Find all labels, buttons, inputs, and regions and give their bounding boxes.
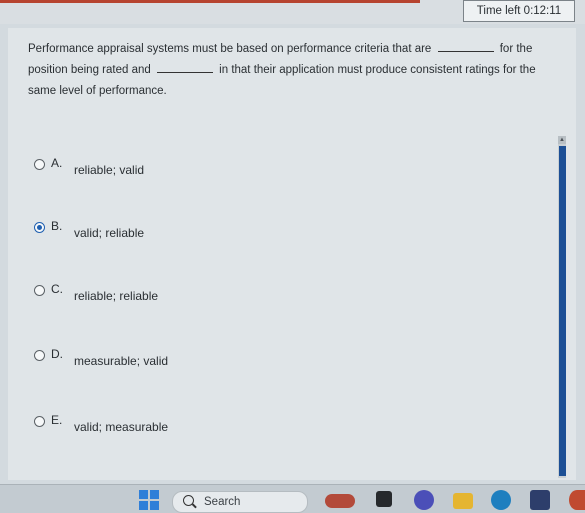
question-card: Performance appraisal systems must be ba… — [8, 28, 576, 480]
search-icon — [183, 495, 194, 506]
blank-2 — [156, 62, 213, 73]
option-text: measurable; valid — [74, 354, 169, 368]
edge-browser-icon[interactable] — [491, 490, 511, 510]
app-shield-icon[interactable] — [569, 490, 585, 510]
radio-e[interactable] — [34, 416, 45, 427]
radio-b[interactable] — [34, 222, 45, 233]
option-letter: E. — [51, 413, 63, 427]
option-letter: A. — [51, 156, 63, 170]
scroll-up-icon[interactable]: ▲ — [558, 136, 566, 144]
option-text: reliable; valid — [74, 163, 145, 177]
option-letter: D. — [51, 347, 63, 361]
radio-d[interactable] — [34, 350, 45, 361]
taskbar: Search — [0, 484, 585, 513]
time-left-display: Time left 0:12:11 — [463, 0, 575, 22]
search-placeholder: Search — [204, 496, 241, 508]
option-letter: B. — [51, 219, 63, 233]
option-letter: C. — [51, 282, 63, 296]
windows-start-icon[interactable] — [139, 490, 159, 510]
question-part-1: Performance appraisal systems must be ba… — [28, 43, 432, 55]
timer-label: Time left — [476, 5, 521, 17]
file-explorer-icon[interactable] — [453, 493, 473, 509]
question-text: Performance appraisal systems must be ba… — [28, 39, 564, 102]
blank-1 — [437, 41, 494, 52]
radio-a[interactable] — [34, 159, 45, 170]
radio-c[interactable] — [34, 285, 45, 296]
top-accent-stripe — [0, 0, 420, 3]
option-text: reliable; reliable — [74, 289, 159, 303]
option-text: valid; measurable — [74, 420, 169, 434]
app-icon[interactable] — [376, 491, 392, 507]
option-text: valid; reliable — [74, 226, 145, 240]
timer-value: 0:12:11 — [523, 5, 562, 17]
top-bar: Time left 0:12:11 — [0, 0, 585, 24]
video-call-icon[interactable] — [414, 490, 434, 510]
scrollbar-thumb[interactable] — [559, 146, 566, 476]
news-widget-icon[interactable] — [325, 494, 355, 508]
store-icon[interactable] — [530, 490, 550, 510]
taskbar-search[interactable]: Search — [172, 491, 308, 513]
